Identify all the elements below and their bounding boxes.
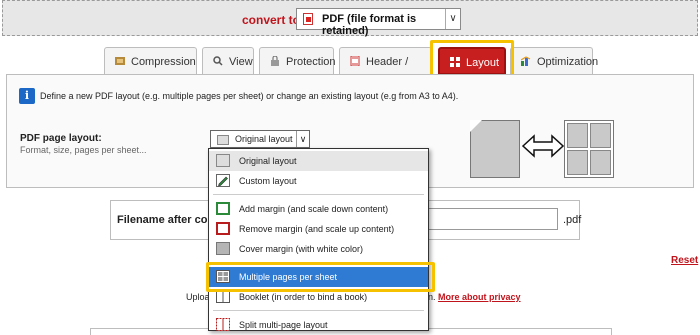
layout-dropdown-menu: Original layout Custom layout Add margin… [208,148,429,331]
tab-header-footer[interactable]: Header / footer [339,47,432,96]
info-icon: i [19,88,35,104]
tab-optimization[interactable]: Optimization [510,47,598,75]
compression-icon [115,57,125,65]
menu-item-label: Custom layout [239,176,297,186]
filename-label: Filename after conv [117,214,221,226]
chevron-down-icon: ∨ [296,131,309,147]
pdf-icon [303,13,313,25]
multi-page-sheet-icon [564,120,614,178]
menu-item-custom-layout[interactable]: Custom layout [209,171,428,191]
tab-label: Compression [131,56,196,68]
single-page-icon [470,120,520,178]
cover-margin-icon [216,242,230,255]
menu-item-label: Split multi-page layout [239,320,328,330]
view-icon [213,56,223,66]
blank-page-icon [216,154,230,167]
privacy-text: n. More about privacy [428,292,521,302]
info-text: Define a new PDF layout (e.g. multiple p… [40,91,459,101]
menu-item-label: Remove margin (and scale up content) [239,224,395,234]
sheet-cell [590,123,611,148]
tab-label: Protection [286,56,336,68]
sheet-cell [590,150,611,175]
menu-item-label: Cover margin (with white color) [239,244,364,254]
tab-label: Optimization [537,56,599,68]
filename-extension: .pdf [563,214,582,226]
remove-margin-icon [216,222,230,235]
format-select-value: PDF (file format is retained) [322,13,417,37]
reset-link[interactable]: Reset [671,255,698,266]
privacy-link[interactable]: More about privacy [438,292,521,302]
menu-divider [213,310,424,311]
tab-compression[interactable]: Compression [104,47,197,75]
tab-label: View [229,56,253,68]
menu-divider [213,194,424,195]
upload-text: Uploa [186,292,210,302]
header-footer-icon [350,56,360,66]
sheet-cell [567,123,588,148]
layout-diagram [470,112,630,178]
menu-item-split-layout[interactable]: Split multi-page layout [209,315,428,335]
chevron-down-icon: ∨ [445,9,460,29]
menu-item-label: Booklet (in order to bind a book) [239,292,368,302]
layout-select-value: Original layout [235,134,293,144]
menu-item-label: Add margin (and scale down content) [239,204,389,214]
tab-protection[interactable]: Protection [259,47,336,75]
add-margin-icon [216,202,230,215]
format-select[interactable]: PDF (file format is retained) ∨ [296,8,461,37]
menu-item-label: Original layout [239,156,297,166]
layout-select[interactable]: Original layout ∨ [210,130,310,148]
convert-label: convert to: [242,13,305,27]
privacy-prefix: n. [428,292,436,302]
lock-icon [271,56,279,66]
highlight-multiple-pages [206,262,435,292]
pencil-icon [216,174,230,187]
pdf-page-layout-hint: Format, size, pages per sheet... [20,145,147,155]
menu-item-cover-margin[interactable]: Cover margin (with white color) [209,239,428,259]
blank-page-icon [217,135,229,145]
menu-item-add-margin[interactable]: Add margin (and scale down content) [209,199,428,219]
optimization-icon [521,56,531,66]
menu-item-original-layout[interactable]: Original layout [209,151,428,171]
convert-toolbar: convert to: PDF (file format is retained… [2,0,698,37]
menu-item-remove-margin[interactable]: Remove margin (and scale up content) [209,219,428,239]
tab-view[interactable]: View [202,47,254,75]
sheet-cell [567,150,588,175]
pdf-page-layout-label: PDF page layout: [20,133,102,144]
double-arrow-icon [522,134,564,158]
split-icon [216,318,230,331]
filename-input[interactable] [420,208,558,230]
